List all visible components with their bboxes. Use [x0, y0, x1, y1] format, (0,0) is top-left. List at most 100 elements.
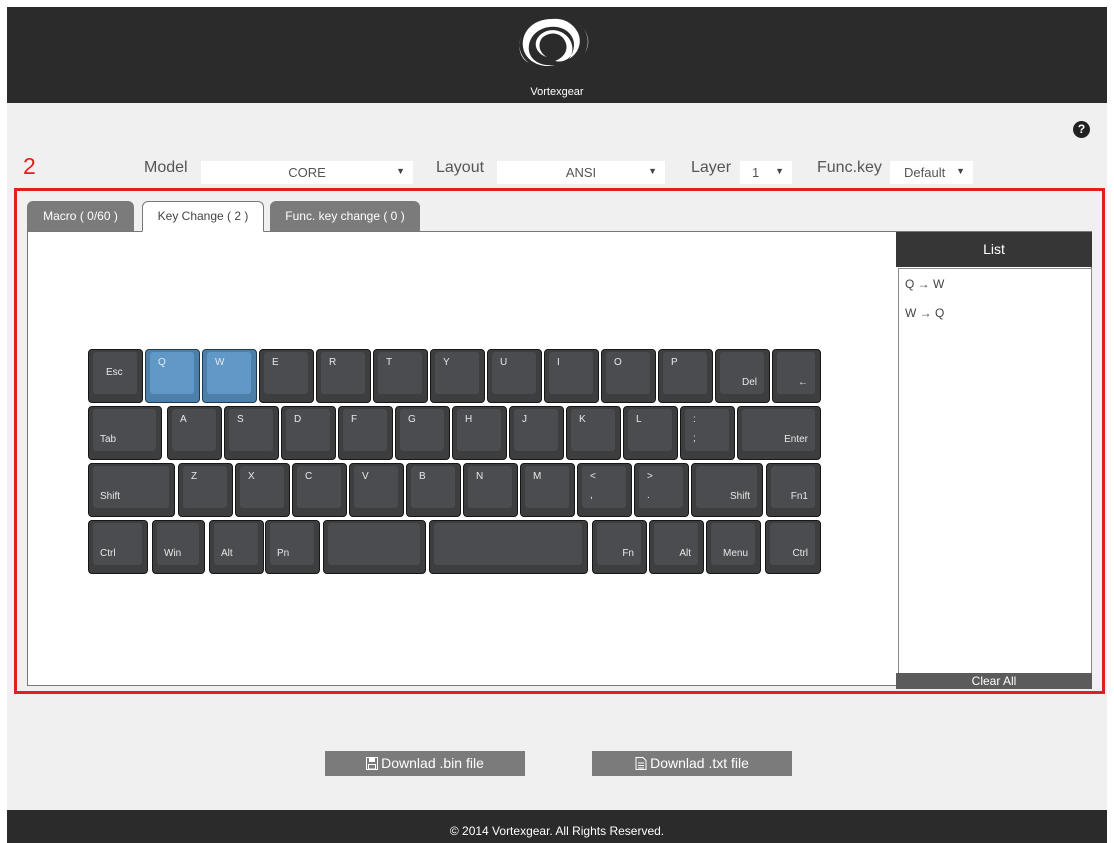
help-icon[interactable]: ? [1073, 121, 1090, 138]
key-space2[interactable] [429, 520, 588, 574]
key-k[interactable]: K [566, 406, 621, 460]
key-legend: M [533, 471, 542, 482]
key-menu[interactable]: Menu [706, 520, 761, 574]
clear-all-button[interactable]: Clear All [896, 673, 1092, 689]
keycap [411, 466, 455, 508]
funckey-select[interactable]: Default ▼ [890, 161, 973, 184]
copyright-text: © 2014 Vortexgear. All Rights Reserved. [449, 824, 665, 838]
key-p[interactable]: P [658, 349, 713, 403]
key-o[interactable]: O [601, 349, 656, 403]
key-q[interactable]: Q [145, 349, 200, 403]
key-comma[interactable]: <, [577, 463, 632, 517]
key-r[interactable]: R [316, 349, 371, 403]
key-legend: A [180, 414, 187, 425]
key-tab[interactable]: Tab [88, 406, 162, 460]
list-item[interactable]: Q → W [905, 277, 944, 291]
key-f[interactable]: F [338, 406, 393, 460]
key-period[interactable]: >. [634, 463, 689, 517]
layer-select[interactable]: 1 ▼ [740, 161, 792, 184]
key-g[interactable]: G [395, 406, 450, 460]
app-frame: Vortexgear ? 2 Model CORE ▼ Layout ANSI … [7, 7, 1107, 843]
key-a[interactable]: A [167, 406, 222, 460]
key-legend: C [305, 471, 313, 482]
key-d[interactable]: D [281, 406, 336, 460]
key-u[interactable]: U [487, 349, 542, 403]
key-legend: Tab [100, 434, 117, 445]
key-lctrl[interactable]: Ctrl [88, 520, 148, 574]
keycap [172, 409, 216, 451]
key-lalt[interactable]: Alt [209, 520, 264, 574]
key-n[interactable]: N [463, 463, 518, 517]
keycap [639, 466, 683, 508]
model-select[interactable]: CORE ▼ [201, 161, 413, 184]
key-del[interactable]: Del [715, 349, 770, 403]
key-s[interactable]: S [224, 406, 279, 460]
key-c[interactable]: C [292, 463, 347, 517]
key-z[interactable]: Z [178, 463, 233, 517]
key-enter[interactable]: Enter [737, 406, 821, 460]
key-semicolon[interactable]: :; [680, 406, 735, 460]
tab-key-change[interactable]: Key Change ( 2 ) [142, 201, 264, 232]
key-e[interactable]: E [259, 349, 314, 403]
key-legend: R [329, 357, 337, 368]
key-legend: K [579, 414, 586, 425]
key-rshift[interactable]: Shift [691, 463, 763, 517]
key-pn[interactable]: Pn [265, 520, 320, 574]
layer-label: Layer [691, 159, 732, 176]
layout-select[interactable]: ANSI ▼ [497, 161, 665, 184]
download-txt-button[interactable]: Downlad .txt file [592, 751, 792, 776]
key-h[interactable]: H [452, 406, 507, 460]
tab-macro[interactable]: Macro ( 0/60 ) [27, 201, 134, 232]
key-legend: Del [741, 377, 757, 388]
key-ralt[interactable]: Alt [649, 520, 704, 574]
key-legend: S [237, 414, 244, 425]
header: Vortexgear [7, 7, 1107, 103]
key-v[interactable]: V [349, 463, 404, 517]
key-esc[interactable]: Esc [88, 349, 143, 403]
key-legend: I [557, 357, 560, 368]
keycap [400, 409, 444, 451]
key-t[interactable]: T [373, 349, 428, 403]
key-x[interactable]: X [235, 463, 290, 517]
key-sub-legend: , [590, 490, 593, 501]
key-legend: Esc [106, 367, 123, 378]
download-bin-button[interactable]: Downlad .bin file [325, 751, 525, 776]
key-legend: : [693, 414, 696, 425]
key-legend: Pn [277, 548, 290, 559]
key-legend: L [636, 414, 642, 425]
key-fn[interactable]: Fn [592, 520, 647, 574]
keycap [606, 352, 650, 394]
key-legend: U [500, 357, 508, 368]
key-i[interactable]: I [544, 349, 599, 403]
key-fn1[interactable]: Fn1 [766, 463, 821, 517]
key-legend: J [522, 414, 527, 425]
key-m[interactable]: M [520, 463, 575, 517]
keycap [457, 409, 501, 451]
key-legend: N [476, 471, 484, 482]
key-legend: T [386, 357, 393, 368]
keycap [240, 466, 284, 508]
key-legend: Ctrl [100, 548, 116, 559]
key-legend: Shift [100, 491, 121, 502]
key-win[interactable]: Win [152, 520, 205, 574]
key-legend: Ctrl [792, 548, 808, 559]
key-y[interactable]: Y [430, 349, 485, 403]
keycap [343, 409, 387, 451]
key-b[interactable]: B [406, 463, 461, 517]
model-value: CORE [288, 165, 326, 180]
key-space1[interactable] [323, 520, 426, 574]
key-lshift[interactable]: Shift [88, 463, 175, 517]
list-item[interactable]: W → Q [905, 306, 944, 320]
keycap [183, 466, 227, 508]
floppy-disk-icon [366, 757, 379, 770]
key-w[interactable]: W [202, 349, 257, 403]
keycap [492, 352, 536, 394]
download-bin-label: Downlad .bin file [381, 755, 484, 771]
key-legend: < [590, 471, 596, 482]
key-j[interactable]: J [509, 406, 564, 460]
key-l[interactable]: L [623, 406, 678, 460]
key-legend: Fn1 [790, 491, 808, 502]
key-rctrl[interactable]: Ctrl [765, 520, 821, 574]
tab-func-key-change[interactable]: Func. key change ( 0 ) [270, 201, 420, 232]
key-backspace[interactable]: ← [772, 349, 821, 403]
